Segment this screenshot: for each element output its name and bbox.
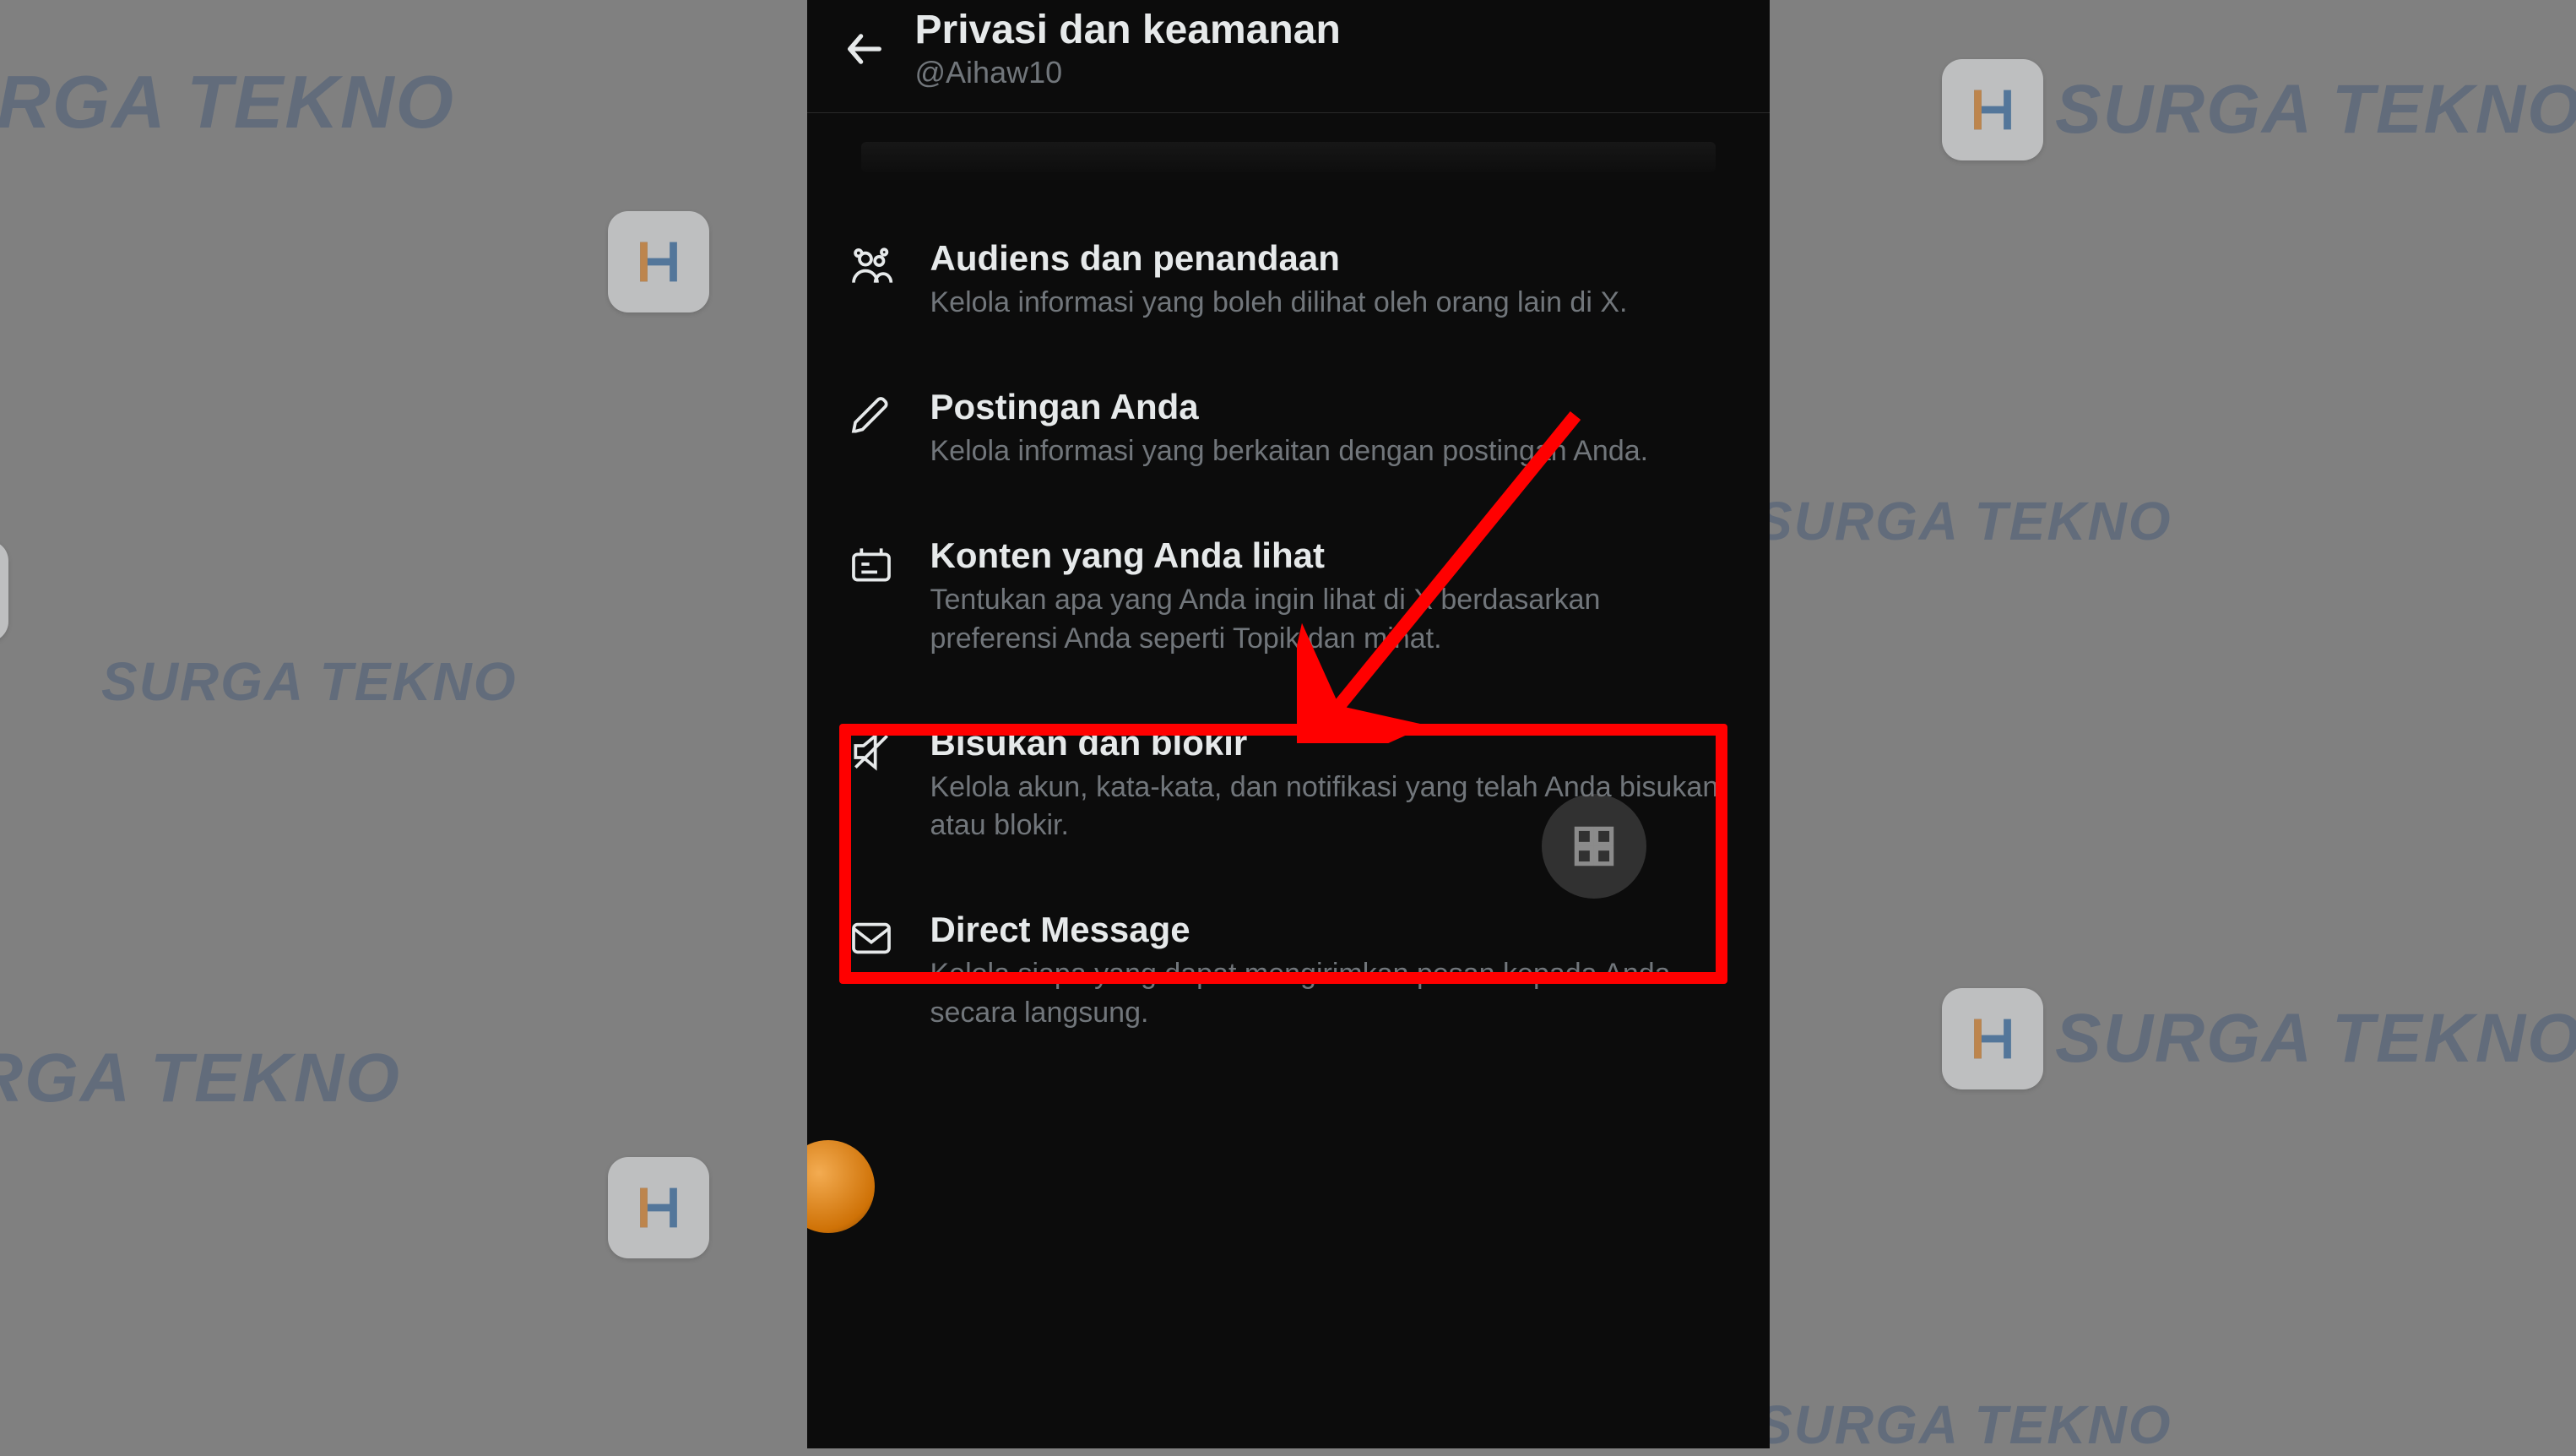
account-handle: @Aihaw10 xyxy=(915,55,1341,90)
decorative-blob xyxy=(807,1140,875,1233)
arrow-left-icon xyxy=(843,27,887,71)
content-icon xyxy=(848,541,895,588)
item-title: Bisukan dan blokir xyxy=(930,723,1729,763)
mail-icon xyxy=(848,915,895,962)
watermark-text: SURGA TEKNO xyxy=(2055,999,2576,1078)
audience-icon xyxy=(848,243,895,291)
watermark-logo-icon xyxy=(1942,59,2043,160)
watermark-text: SURGA TEKNO xyxy=(0,1039,401,1118)
item-title: Direct Message xyxy=(930,910,1729,950)
phone-screenshot: Privasi dan keamanan @Aihaw10 Audiens da… xyxy=(807,0,1770,1448)
screen-header: Privasi dan keamanan @Aihaw10 xyxy=(807,0,1770,113)
item-direct-message[interactable]: Direct Message Kelola siapa yang dapat m… xyxy=(807,877,1770,1065)
item-description: Kelola informasi yang berkaitan dengan p… xyxy=(930,432,1729,471)
watermark-text: SURGA TEKNO xyxy=(1756,1394,2172,1456)
watermark-text: SURGA TEKNO xyxy=(0,59,455,145)
settings-list: Audiens dan penandaan Kelola informasi y… xyxy=(807,113,1770,1065)
watermark-text: SURGA TEKNO xyxy=(1756,490,2172,552)
watermark-logo-icon xyxy=(608,1157,709,1258)
mute-icon xyxy=(848,728,895,775)
page-title: Privasi dan keamanan xyxy=(915,7,1341,53)
watermark-logo-icon xyxy=(0,541,8,642)
item-title: Postingan Anda xyxy=(930,387,1729,427)
assistive-touch-button[interactable] xyxy=(1542,794,1646,899)
watermark-text: SURGA TEKNO xyxy=(2055,70,2576,149)
item-your-posts[interactable]: Postingan Anda Kelola informasi yang ber… xyxy=(807,355,1770,503)
item-title: Konten yang Anda lihat xyxy=(930,535,1729,576)
pencil-icon xyxy=(848,392,895,439)
item-description: Tentukan apa yang Anda ingin lihat di X … xyxy=(930,581,1729,659)
item-audience-tagging[interactable]: Audiens dan penandaan Kelola informasi y… xyxy=(807,206,1770,355)
item-description: Kelola informasi yang boleh dilihat oleh… xyxy=(930,284,1729,323)
back-button[interactable] xyxy=(838,22,892,76)
item-content-you-see[interactable]: Konten yang Anda lihat Tentukan apa yang… xyxy=(807,503,1770,691)
truncated-section-header xyxy=(807,130,1770,206)
watermark-logo-icon xyxy=(608,211,709,312)
watermark-text: SURGA TEKNO xyxy=(101,650,518,713)
item-title: Audiens dan penandaan xyxy=(930,238,1729,279)
watermark-logo-icon xyxy=(1942,988,2043,1089)
item-description: Kelola siapa yang dapat mengirimkan pesa… xyxy=(930,955,1729,1033)
grid-icon xyxy=(1568,820,1620,872)
